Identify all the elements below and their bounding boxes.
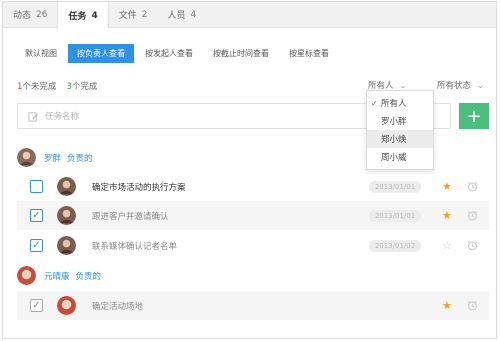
complete-label: 个完成 bbox=[71, 82, 98, 92]
task-checkbox[interactable] bbox=[30, 180, 43, 193]
avatar bbox=[17, 266, 36, 285]
status-filter-value: 所有状态 bbox=[437, 81, 472, 91]
top-tab-bar: 动态 26 任务 4 文件 2 人员 4 bbox=[3, 2, 496, 29]
tab-count: 2 bbox=[141, 9, 148, 20]
task-row[interactable]: 确定市场活动的执行方案 2013/01/01 ★ bbox=[17, 172, 489, 201]
view-by-creator-button[interactable]: 按发起人查看 bbox=[136, 44, 202, 63]
tab-count: 4 bbox=[91, 10, 98, 21]
avatar bbox=[57, 236, 76, 255]
dropdown-item-person[interactable]: 罗小胖 bbox=[367, 112, 433, 130]
task-checkbox[interactable]: ✓ bbox=[30, 239, 43, 252]
avatar bbox=[57, 206, 76, 225]
star-icon[interactable]: ★ bbox=[442, 180, 452, 193]
task-title[interactable]: 联系媒体确认记者名单 bbox=[92, 240, 177, 252]
tab-count: 26 bbox=[36, 9, 48, 20]
task-title[interactable]: 确定活动场地 bbox=[92, 300, 143, 312]
assignee-name[interactable]: 元晴康 bbox=[44, 270, 70, 282]
incomplete-summary[interactable]: 1个未完成 bbox=[17, 80, 56, 92]
chevron-down-icon: ⌄ bbox=[399, 80, 407, 90]
task-due-date: 2013/01/01 bbox=[369, 209, 421, 222]
dropdown-item-label: 罗小胖 bbox=[381, 117, 407, 127]
task-due-date: 2013/01/02 bbox=[369, 239, 421, 252]
tab-activity[interactable]: 动态 26 bbox=[3, 2, 57, 27]
alarm-clock-icon[interactable] bbox=[467, 240, 478, 251]
avatar bbox=[57, 296, 76, 315]
tab-files[interactable]: 文件 2 bbox=[109, 2, 158, 27]
view-default-button[interactable]: 默认视图 bbox=[16, 44, 66, 63]
task-row[interactable]: ✓ 确定活动场地 ★ bbox=[17, 291, 489, 320]
star-icon[interactable]: ☆ bbox=[442, 239, 452, 252]
tab-label: 动态 bbox=[13, 11, 32, 21]
incomplete-label: 个未完成 bbox=[22, 82, 57, 92]
assignee-name[interactable]: 罗胖 bbox=[44, 152, 61, 164]
assignee-role: 负责的 bbox=[75, 271, 102, 282]
tab-tasks[interactable]: 任务 4 bbox=[57, 2, 109, 29]
task-title[interactable]: 跟进客户并邀请确认 bbox=[92, 210, 169, 222]
task-due-date: 2013/01/01 bbox=[369, 180, 421, 193]
dropdown-item-all[interactable]: ✓ 所有人 bbox=[367, 94, 433, 112]
dropdown-item-person[interactable]: 周小威 bbox=[367, 148, 433, 166]
chevron-down-icon: ⌄ bbox=[477, 80, 484, 90]
task-title[interactable]: 确定市场活动的执行方案 bbox=[92, 181, 186, 193]
assignee-group-header: 罗胖 负责的 bbox=[17, 148, 93, 167]
tab-label: 文件 bbox=[118, 11, 137, 21]
tab-count: 4 bbox=[190, 9, 197, 20]
edit-icon bbox=[28, 111, 39, 122]
view-by-assignee-button[interactable]: 按负责人查看 bbox=[68, 44, 134, 63]
alarm-clock-icon[interactable] bbox=[467, 300, 478, 311]
task-row[interactable]: ✓ 跟进客户并邀请确认 2013/01/01 ★ bbox=[17, 201, 489, 230]
dropdown-item-label: 所有人 bbox=[381, 99, 407, 109]
checkmark-icon: ✓ bbox=[371, 98, 378, 108]
task-name-placeholder: 任务名称 bbox=[45, 112, 80, 122]
dropdown-item-label: 郑小焕 bbox=[381, 135, 407, 145]
people-dropdown-menu: ✓ 所有人 罗小胖 郑小焕 周小威 bbox=[366, 90, 434, 170]
assignee-group-header: 元晴康 负责的 bbox=[17, 266, 101, 285]
star-icon[interactable]: ★ bbox=[442, 209, 452, 222]
alarm-clock-icon[interactable] bbox=[467, 210, 478, 221]
task-row[interactable]: ✓ 联系媒体确认记者名单 2013/01/02 ☆ bbox=[17, 231, 489, 260]
assignee-role: 负责的 bbox=[67, 153, 93, 164]
alarm-clock-icon[interactable] bbox=[467, 181, 478, 192]
tab-members[interactable]: 人员 4 bbox=[158, 2, 207, 27]
view-by-deadline-button[interactable]: 按截止时间查看 bbox=[204, 44, 278, 63]
task-checkbox[interactable]: ✓ bbox=[30, 299, 43, 312]
complete-summary[interactable]: 3个完成 bbox=[66, 80, 97, 92]
dropdown-item-person[interactable]: 郑小焕 bbox=[367, 130, 433, 148]
dropdown-item-label: 周小威 bbox=[381, 153, 407, 163]
view-by-star-button[interactable]: 按星标查看 bbox=[280, 44, 338, 63]
status-filter[interactable]: 所有状态 ⌄ bbox=[437, 79, 484, 92]
task-summary: 1个未完成 3个完成 bbox=[17, 80, 97, 92]
tab-label: 任务 bbox=[68, 12, 87, 22]
add-task-button[interactable]: + bbox=[459, 103, 489, 129]
tab-label: 人员 bbox=[167, 11, 186, 21]
task-checkbox[interactable]: ✓ bbox=[30, 209, 43, 222]
avatar bbox=[17, 148, 36, 167]
star-icon[interactable]: ★ bbox=[442, 299, 452, 312]
avatar bbox=[57, 177, 76, 196]
view-switcher: 默认视图 按负责人查看 按发起人查看 按截止时间查看 按星标查看 bbox=[16, 44, 340, 63]
